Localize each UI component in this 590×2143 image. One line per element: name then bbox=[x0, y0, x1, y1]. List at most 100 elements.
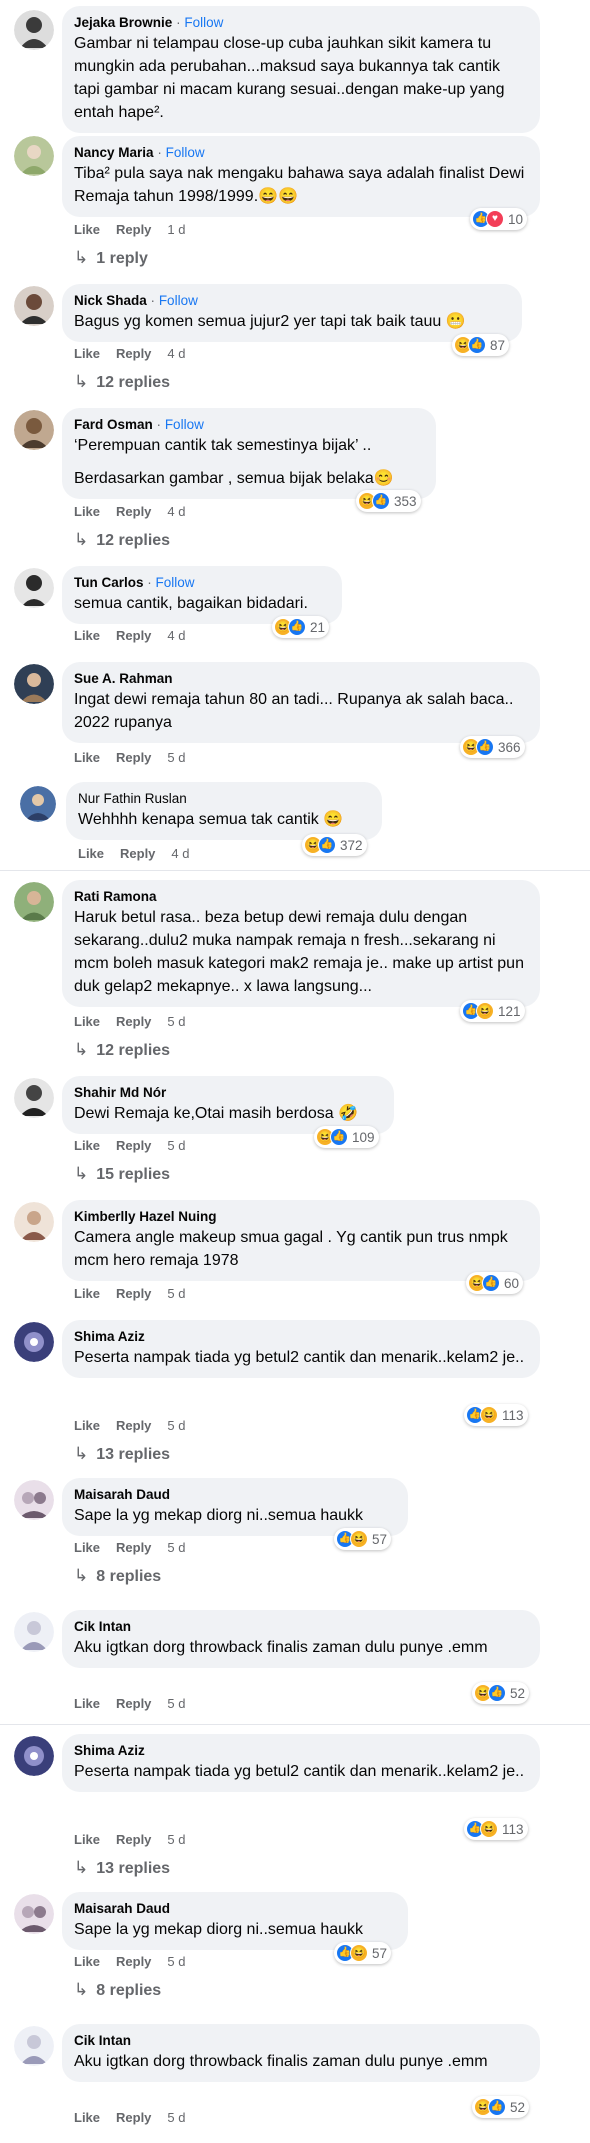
avatar[interactable] bbox=[14, 1078, 54, 1118]
author-name[interactable]: Cik Intan bbox=[74, 1619, 131, 1634]
author-name[interactable]: Shima Aziz bbox=[74, 1743, 145, 1758]
author-name[interactable]: Nick Shada bbox=[74, 293, 147, 308]
avatar[interactable] bbox=[14, 1322, 54, 1362]
author-name[interactable]: Jejaka Brownie bbox=[74, 15, 172, 30]
like-button[interactable]: Like bbox=[78, 846, 104, 861]
reply-button[interactable]: Reply bbox=[116, 1696, 151, 1711]
reaction-summary[interactable]: 😆 👍 21 bbox=[272, 616, 330, 638]
follow-button[interactable]: Follow bbox=[165, 417, 204, 432]
avatar[interactable] bbox=[14, 568, 54, 608]
view-replies-link[interactable]: ↳ 1 reply bbox=[74, 248, 148, 268]
avatar[interactable] bbox=[14, 1612, 54, 1652]
avatar[interactable] bbox=[14, 136, 54, 176]
like-button[interactable]: Like bbox=[74, 1286, 100, 1301]
follow-button[interactable]: Follow bbox=[166, 145, 205, 160]
timestamp[interactable]: 5 d bbox=[167, 1954, 185, 1969]
reaction-summary[interactable]: 👍 ♥ 10 bbox=[470, 208, 528, 230]
like-button[interactable]: Like bbox=[74, 1014, 100, 1029]
timestamp[interactable]: 4 d bbox=[167, 346, 185, 361]
view-replies-link[interactable]: ↳ 15 replies bbox=[74, 1164, 170, 1184]
reply-button[interactable]: Reply bbox=[116, 1418, 151, 1433]
reaction-summary[interactable]: 😆 👍 52 bbox=[472, 1682, 530, 1704]
timestamp[interactable]: 5 d bbox=[167, 1540, 185, 1555]
reaction-summary[interactable]: 👍 😆 57 bbox=[334, 1942, 392, 1964]
timestamp[interactable]: 4 d bbox=[171, 846, 189, 861]
view-replies-link[interactable]: ↳ 12 replies bbox=[74, 1040, 170, 1060]
like-button[interactable]: Like bbox=[74, 346, 100, 361]
timestamp[interactable]: 1 d bbox=[167, 222, 185, 237]
reply-button[interactable]: Reply bbox=[116, 504, 151, 519]
author-name[interactable]: Fard Osman bbox=[74, 417, 153, 432]
reply-button[interactable]: Reply bbox=[116, 1832, 151, 1847]
like-button[interactable]: Like bbox=[74, 750, 100, 765]
reaction-summary[interactable]: 😆 👍 52 bbox=[472, 2096, 530, 2118]
avatar[interactable] bbox=[14, 286, 54, 326]
view-replies-link[interactable]: ↳ 13 replies bbox=[74, 1444, 170, 1464]
timestamp[interactable]: 5 d bbox=[167, 1696, 185, 1711]
view-replies-link[interactable]: ↳ 12 replies bbox=[74, 530, 170, 550]
reply-button[interactable]: Reply bbox=[116, 2110, 151, 2125]
like-button[interactable]: Like bbox=[74, 1418, 100, 1433]
reply-button[interactable]: Reply bbox=[116, 628, 151, 643]
avatar[interactable] bbox=[14, 1736, 54, 1776]
reaction-summary[interactable]: 😆 👍 109 bbox=[314, 1126, 379, 1148]
reaction-summary[interactable]: 👍 😆 121 bbox=[460, 1000, 525, 1022]
author-name[interactable]: Shima Aziz bbox=[74, 1329, 145, 1344]
like-button[interactable]: Like bbox=[74, 1954, 100, 1969]
avatar[interactable] bbox=[14, 410, 54, 450]
author-name[interactable]: Nur Fathin Ruslan bbox=[78, 791, 187, 806]
author-name[interactable]: Tun Carlos bbox=[74, 575, 144, 590]
author-name[interactable]: Sue A. Rahman bbox=[74, 671, 173, 686]
follow-button[interactable]: Follow bbox=[156, 575, 195, 590]
reply-button[interactable]: Reply bbox=[116, 1138, 151, 1153]
view-replies-link[interactable]: ↳ 12 replies bbox=[74, 372, 170, 392]
reaction-summary[interactable]: 😆 👍 372 bbox=[302, 834, 367, 856]
timestamp[interactable]: 5 d bbox=[167, 1418, 185, 1433]
timestamp[interactable]: 4 d bbox=[167, 628, 185, 643]
like-button[interactable]: Like bbox=[74, 1138, 100, 1153]
follow-button[interactable]: Follow bbox=[159, 293, 198, 308]
like-button[interactable]: Like bbox=[74, 628, 100, 643]
author-name[interactable]: Nancy Maria bbox=[74, 145, 154, 160]
avatar[interactable] bbox=[14, 1480, 54, 1520]
reply-button[interactable]: Reply bbox=[116, 1540, 151, 1555]
view-replies-link[interactable]: ↳ 8 replies bbox=[74, 1566, 161, 1586]
reply-button[interactable]: Reply bbox=[116, 750, 151, 765]
view-replies-link[interactable]: ↳ 13 replies bbox=[74, 1858, 170, 1878]
like-button[interactable]: Like bbox=[74, 1540, 100, 1555]
avatar[interactable] bbox=[14, 2026, 54, 2066]
reaction-summary[interactable]: 😆 👍 353 bbox=[356, 490, 421, 512]
reply-button[interactable]: Reply bbox=[116, 222, 151, 237]
reaction-summary[interactable]: 😆 👍 87 bbox=[452, 334, 510, 356]
like-button[interactable]: Like bbox=[74, 2110, 100, 2125]
avatar[interactable] bbox=[14, 10, 54, 50]
timestamp[interactable]: 5 d bbox=[167, 750, 185, 765]
author-name[interactable]: Shahir Md Nór bbox=[74, 1085, 166, 1100]
timestamp[interactable]: 5 d bbox=[167, 1138, 185, 1153]
avatar[interactable] bbox=[14, 882, 54, 922]
author-name[interactable]: Cik Intan bbox=[74, 2033, 131, 2048]
timestamp[interactable]: 5 d bbox=[167, 2110, 185, 2125]
avatar[interactable] bbox=[14, 664, 54, 704]
follow-button[interactable]: Follow bbox=[184, 15, 223, 30]
like-button[interactable]: Like bbox=[74, 222, 100, 237]
reply-button[interactable]: Reply bbox=[116, 1014, 151, 1029]
author-name[interactable]: Rati Ramona bbox=[74, 889, 157, 904]
author-name[interactable]: Maisarah Daud bbox=[74, 1487, 170, 1502]
avatar[interactable] bbox=[14, 1894, 54, 1934]
author-name[interactable]: Kimberlly Hazel Nuing bbox=[74, 1209, 217, 1224]
like-button[interactable]: Like bbox=[74, 504, 100, 519]
reaction-summary[interactable]: 👍 😆 57 bbox=[334, 1528, 392, 1550]
timestamp[interactable]: 5 d bbox=[167, 1014, 185, 1029]
reaction-summary[interactable]: 😆 👍 60 bbox=[466, 1272, 524, 1294]
timestamp[interactable]: 5 d bbox=[167, 1832, 185, 1847]
reply-button[interactable]: Reply bbox=[120, 846, 155, 861]
view-replies-link[interactable]: ↳ 8 replies bbox=[74, 1980, 161, 2000]
like-button[interactable]: Like bbox=[74, 1832, 100, 1847]
timestamp[interactable]: 5 d bbox=[167, 1286, 185, 1301]
author-name[interactable]: Maisarah Daud bbox=[74, 1901, 170, 1916]
reply-button[interactable]: Reply bbox=[116, 346, 151, 361]
like-button[interactable]: Like bbox=[74, 1696, 100, 1711]
reply-button[interactable]: Reply bbox=[116, 1954, 151, 1969]
reaction-summary[interactable]: 👍 😆 113 bbox=[464, 1404, 528, 1426]
